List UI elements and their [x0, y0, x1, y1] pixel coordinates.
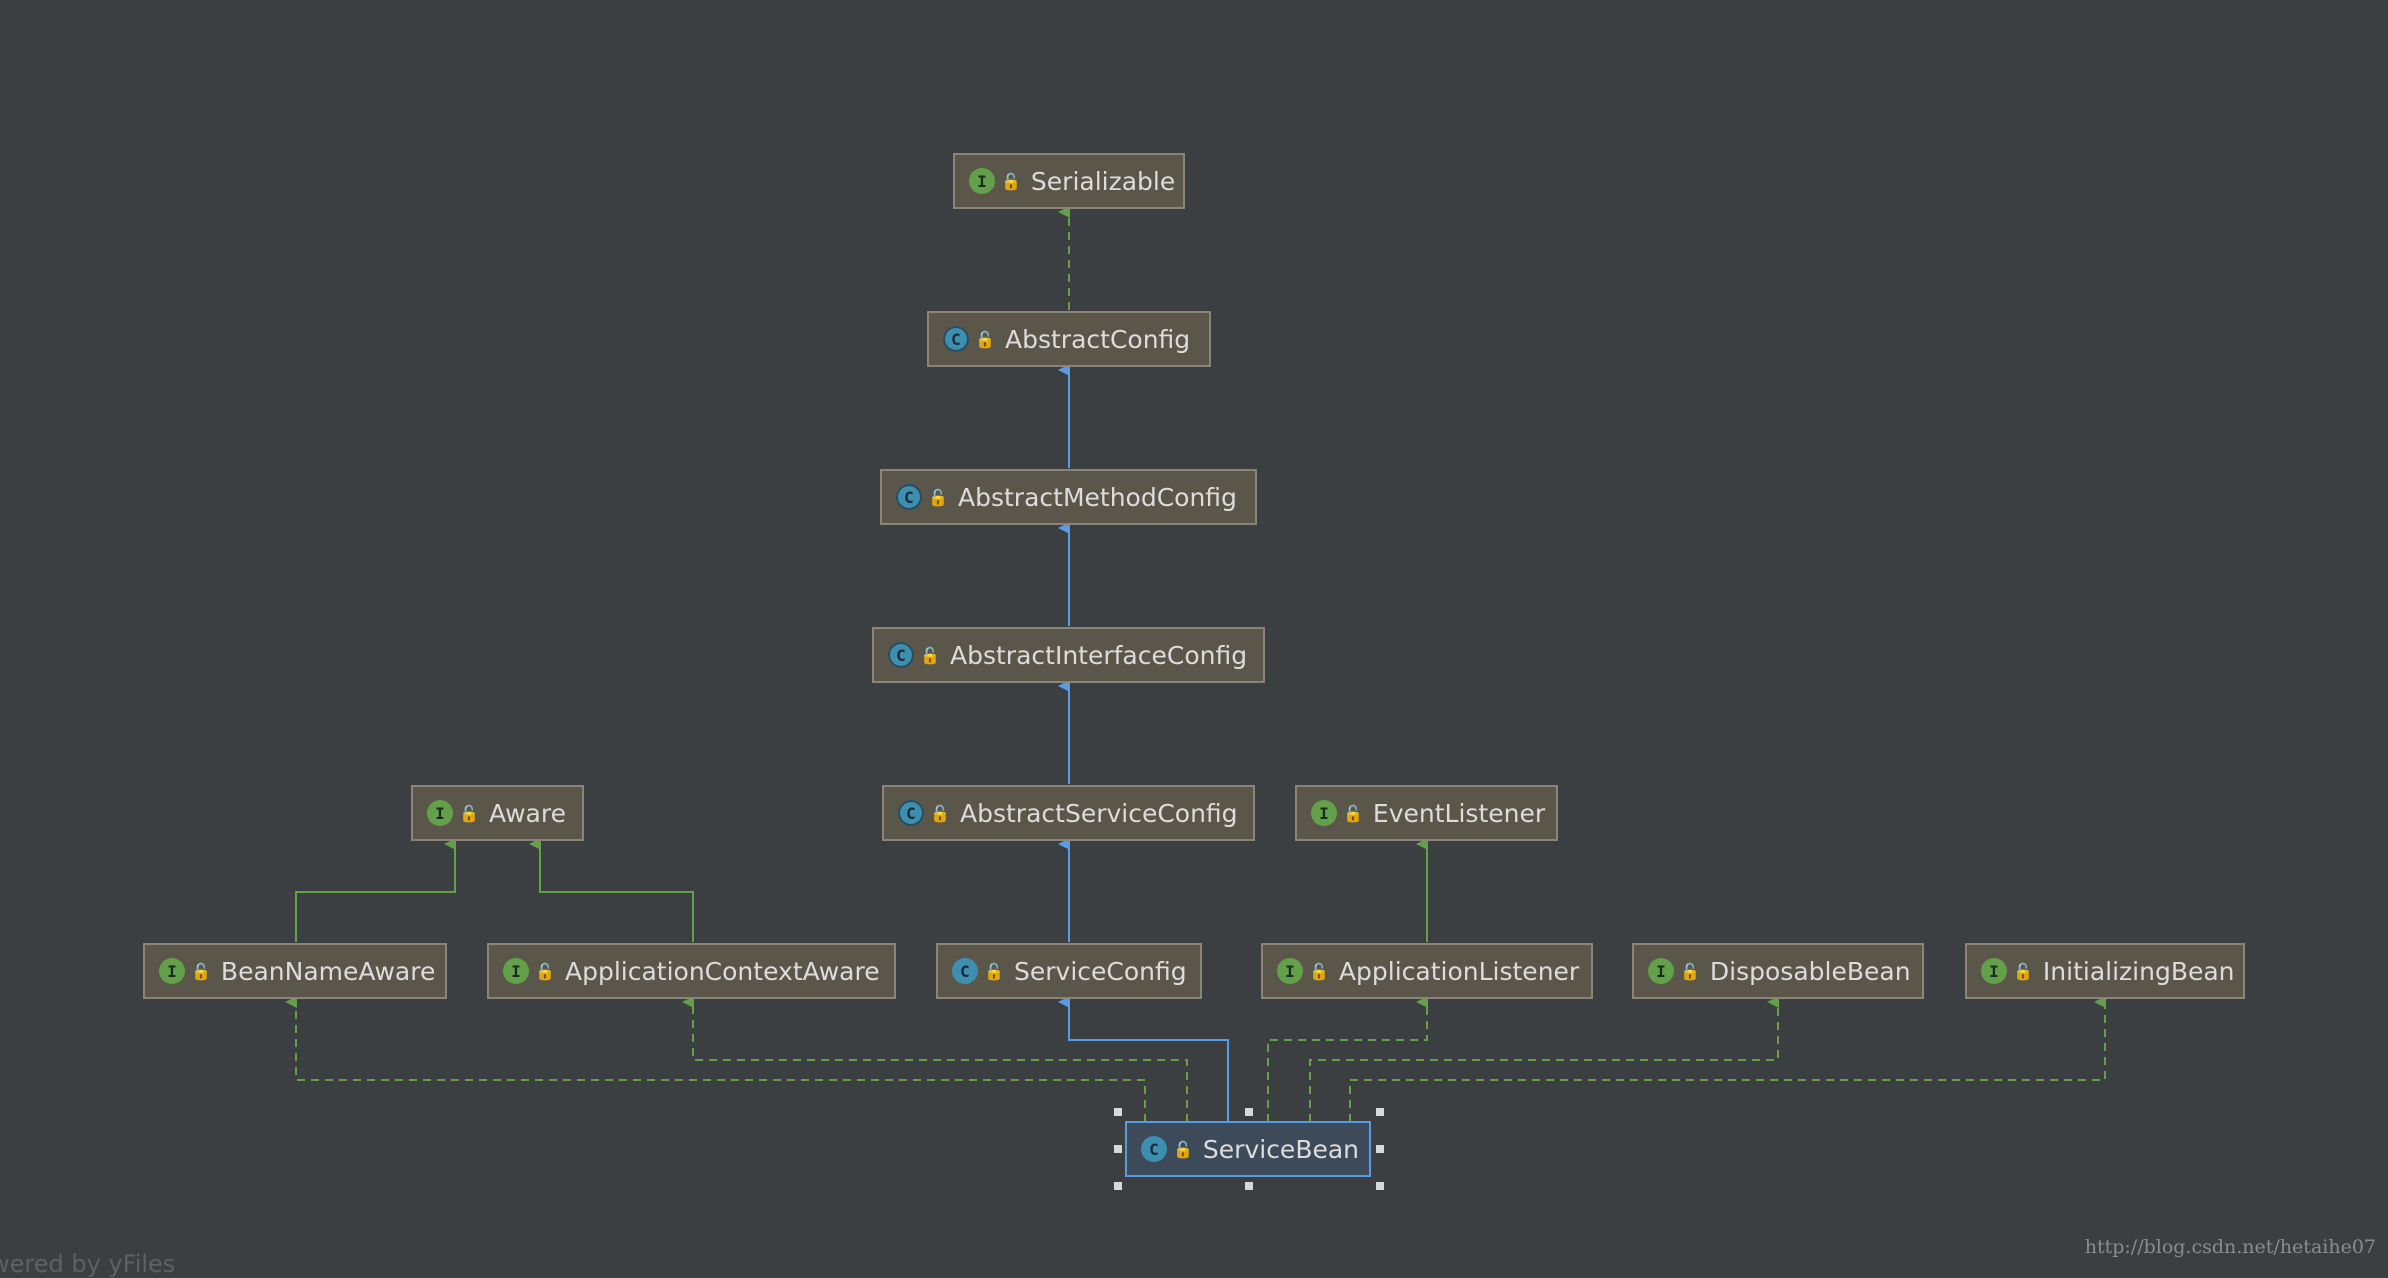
node-label: ServiceConfig [1014, 956, 1187, 986]
node-aware[interactable]: I 🔓 Aware [411, 785, 584, 841]
selection-handle[interactable] [1376, 1108, 1384, 1116]
public-access-icon: 🔓 [928, 487, 948, 507]
selection-handle[interactable] [1114, 1145, 1122, 1153]
selection-handle[interactable] [1376, 1145, 1384, 1153]
selection-handle[interactable] [1376, 1182, 1384, 1190]
public-access-icon: 🔓 [459, 803, 479, 823]
node-eventlistener[interactable]: I 🔓 EventListener [1295, 785, 1558, 841]
node-label: ServiceBean [1202, 1134, 1360, 1164]
node-beannameaware[interactable]: I 🔓 BeanNameAware [143, 943, 447, 999]
interface-icon: I [503, 958, 529, 984]
edge-servicebean-appcontextaware [682, 996, 1188, 1122]
node-label: AbstractMethodConfig [958, 482, 1237, 512]
interface-icon: I [1277, 958, 1303, 984]
node-label: ApplicationListener [1338, 956, 1580, 986]
node-initializingbean[interactable]: I 🔓 InitializingBean [1965, 943, 2245, 999]
node-label: InitializingBean [2042, 956, 2235, 986]
edge-beannameaware-aware [295, 838, 456, 942]
node-abstractinterfaceconfig[interactable]: C 🔓 AbstractInterfaceConfig [872, 627, 1265, 683]
edge-servicebean-applistener [1267, 996, 1428, 1122]
selection-handle[interactable] [1114, 1182, 1122, 1190]
edge-servicebean-serviceconfig [1058, 996, 1229, 1122]
powered-by-text: wered by yFiles [0, 1250, 176, 1278]
abstract-class-icon: C [888, 642, 914, 668]
node-label: AbstractInterfaceConfig [950, 640, 1248, 670]
public-access-icon: 🔓 [2013, 961, 2033, 981]
public-access-icon: 🔓 [1309, 961, 1329, 981]
interface-icon: I [1648, 958, 1674, 984]
node-applicationlistener[interactable]: I 🔓 ApplicationListener [1261, 943, 1593, 999]
class-icon: C [1141, 1136, 1167, 1162]
node-label: DisposableBean [1709, 956, 1911, 986]
interface-icon: I [1981, 958, 2007, 984]
interface-icon: I [969, 168, 995, 194]
node-label: Aware [489, 798, 566, 828]
node-abstractserviceconfig[interactable]: C 🔓 AbstractServiceConfig [882, 785, 1255, 841]
edge-appcontextaware-aware [529, 838, 694, 942]
public-access-icon: 🔓 [535, 961, 555, 981]
edge-servicebean-initializingbean [1349, 996, 2106, 1122]
public-access-icon: 🔓 [1343, 803, 1363, 823]
edge-servicebean-disposablebean [1309, 996, 1779, 1122]
selection-handle[interactable] [1245, 1182, 1253, 1190]
abstract-class-icon: C [898, 800, 924, 826]
watermark-url: http://blog.csdn.net/hetaihe07 [2084, 1236, 2376, 1258]
public-access-icon: 🔓 [930, 803, 950, 823]
public-access-icon: 🔓 [191, 961, 211, 981]
interface-icon: I [159, 958, 185, 984]
node-abstractmethodconfig[interactable]: C 🔓 AbstractMethodConfig [880, 469, 1257, 525]
public-access-icon: 🔓 [984, 961, 1004, 981]
node-label: BeanNameAware [220, 956, 436, 986]
node-label: EventListener [1372, 798, 1546, 828]
selection-handle[interactable] [1245, 1108, 1253, 1116]
class-icon: C [952, 958, 978, 984]
interface-icon: I [1311, 800, 1337, 826]
node-disposablebean[interactable]: I 🔓 DisposableBean [1632, 943, 1924, 999]
node-abstractconfig[interactable]: C 🔓 AbstractConfig [927, 311, 1211, 367]
node-label: AbstractConfig [1005, 324, 1191, 354]
node-serviceconfig[interactable]: C 🔓 ServiceConfig [936, 943, 1202, 999]
abstract-class-icon: C [943, 326, 969, 352]
public-access-icon: 🔓 [1001, 171, 1021, 191]
node-label: AbstractServiceConfig [960, 798, 1238, 828]
node-label: Serializable [1030, 166, 1176, 196]
public-access-icon: 🔓 [1173, 1139, 1193, 1159]
abstract-class-icon: C [896, 484, 922, 510]
node-applicationcontextaware[interactable]: I 🔓 ApplicationContextAware [487, 943, 896, 999]
public-access-icon: 🔓 [975, 329, 995, 349]
edge-servicebean-beannameaware [285, 996, 1146, 1122]
node-label: ApplicationContextAware [565, 956, 880, 986]
public-access-icon: 🔓 [1680, 961, 1700, 981]
public-access-icon: 🔓 [920, 645, 940, 665]
selection-handle[interactable] [1114, 1108, 1122, 1116]
node-serializable[interactable]: I 🔓 Serializable [953, 153, 1185, 209]
node-servicebean[interactable]: C 🔓 ServiceBean [1125, 1121, 1371, 1177]
interface-icon: I [427, 800, 453, 826]
